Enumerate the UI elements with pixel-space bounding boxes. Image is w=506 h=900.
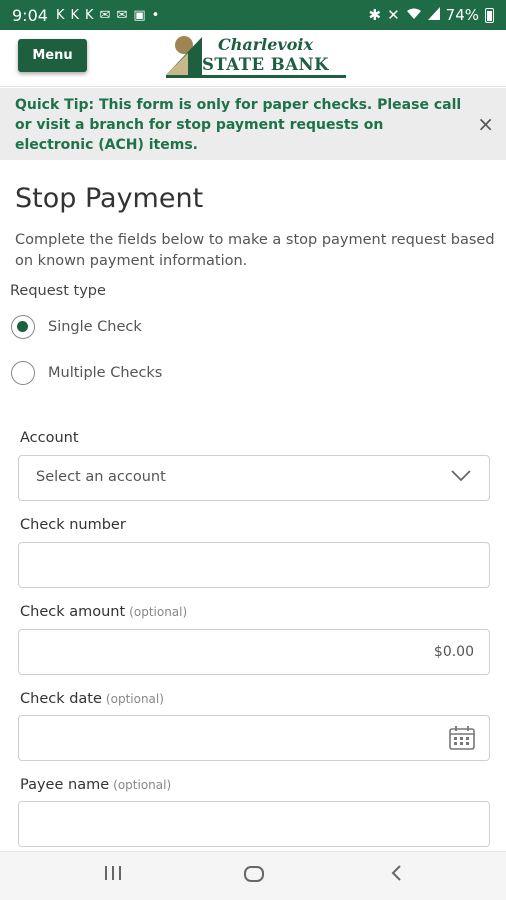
app-header: Menu Charlevoix STATE BANK xyxy=(0,30,506,87)
logo-underline xyxy=(166,75,346,78)
check-amount-value: $0.00 xyxy=(433,644,474,660)
optional-tag: (optional) xyxy=(113,778,172,792)
image-icon: ▣ xyxy=(133,7,146,23)
payee-name-label: Payee name (optional) xyxy=(20,777,171,793)
payee-name-input[interactable] xyxy=(18,801,490,847)
notification-icons: K K K ✉ ✉ ▣ • xyxy=(56,8,159,23)
notification-icon: K xyxy=(70,7,79,23)
close-icon[interactable]: × xyxy=(477,112,494,136)
check-number-input[interactable] xyxy=(18,542,490,588)
logo-text-bottom: STATE BANK xyxy=(202,55,329,74)
account-select[interactable]: Select an account xyxy=(18,455,490,501)
bluetooth-icon: ✱ xyxy=(368,6,382,24)
request-type-label: Request type xyxy=(10,283,106,299)
chevron-down-icon xyxy=(451,470,471,482)
optional-tag: (optional) xyxy=(129,605,188,619)
account-select-value: Select an account xyxy=(36,469,166,485)
menu-button[interactable]: Menu xyxy=(18,39,87,72)
more-notifications-icon: • xyxy=(151,7,160,23)
system-nav-bar xyxy=(0,851,506,900)
check-number-label: Check number xyxy=(20,517,126,533)
recent-apps-icon[interactable] xyxy=(103,864,123,886)
check-date-input[interactable] xyxy=(18,715,490,761)
optional-tag: (optional) xyxy=(105,692,164,706)
check-amount-input[interactable]: $0.00 xyxy=(18,629,490,675)
status-time: 9:04 xyxy=(12,5,48,25)
page-description: Complete the fields below to make a stop… xyxy=(15,232,495,269)
radio-label: Single Check xyxy=(48,319,142,335)
mute-icon: ✕ xyxy=(387,6,400,24)
quick-tip-text: Quick Tip: This form is only for paper c… xyxy=(15,97,462,153)
payee-name-label-text: Payee name xyxy=(20,777,110,793)
check-amount-label-text: Check amount xyxy=(20,604,126,620)
radio-label: Multiple Checks xyxy=(48,365,163,381)
mail-icon: ✉ xyxy=(99,7,111,23)
calendar-icon[interactable] xyxy=(448,725,476,751)
check-amount-label: Check amount (optional) xyxy=(20,604,187,620)
radio-button-selected[interactable] xyxy=(11,315,35,339)
radio-multiple-checks[interactable]: Multiple Checks xyxy=(11,361,162,385)
page-title: Stop Payment xyxy=(15,183,204,214)
wifi-icon xyxy=(406,6,422,24)
battery-icon xyxy=(485,7,494,23)
signal-icon xyxy=(427,6,440,24)
battery-level: 74% xyxy=(445,6,479,24)
notification-icon: K xyxy=(55,7,65,23)
radio-button[interactable] xyxy=(11,361,35,385)
account-label: Account xyxy=(20,430,79,446)
quick-tip-banner: Quick Tip: This form is only for paper c… xyxy=(0,88,506,160)
logo-text-top: Charlevoix xyxy=(218,35,314,54)
check-date-label-text: Check date xyxy=(20,691,102,707)
home-icon[interactable] xyxy=(243,864,265,888)
check-date-label: Check date (optional) xyxy=(20,691,164,707)
notification-icon: K xyxy=(85,7,94,23)
mail-icon: ✉ xyxy=(116,7,128,23)
back-icon[interactable] xyxy=(388,864,404,886)
status-bar: 9:04 K K K ✉ ✉ ▣ • ✱ ✕ 74% xyxy=(0,0,506,30)
bank-logo: Charlevoix STATE BANK xyxy=(162,33,348,81)
radio-single-check[interactable]: Single Check xyxy=(11,315,142,339)
